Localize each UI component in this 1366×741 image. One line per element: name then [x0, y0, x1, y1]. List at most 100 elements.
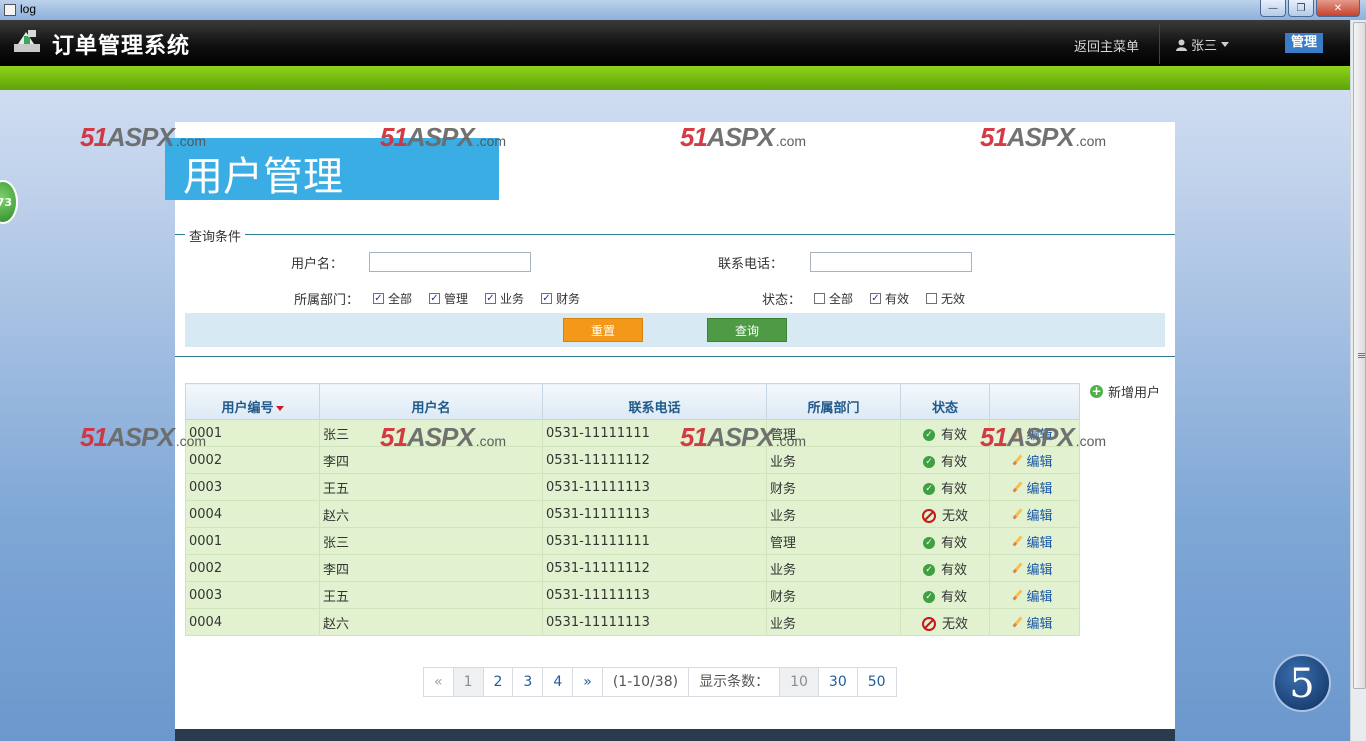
- floating-logo-badge[interactable]: 5: [1273, 654, 1331, 712]
- status-text: 有效: [940, 589, 967, 605]
- app-logo-icon: [14, 30, 40, 52]
- cell-user-id: 0001: [185, 419, 320, 447]
- cell-status: 无效: [900, 500, 990, 528]
- pencil-icon: [1012, 562, 1023, 574]
- edit-link[interactable]: 编辑: [1026, 482, 1052, 497]
- status-text: 有效: [940, 535, 967, 551]
- col-actions: [989, 383, 1080, 420]
- edit-link[interactable]: 编辑: [1026, 509, 1052, 524]
- cell-status: ✓ 有效: [900, 473, 990, 501]
- cell-user-id: 0002: [185, 446, 320, 474]
- status-text: 有效: [940, 562, 967, 578]
- cell-user-id: 0001: [185, 527, 320, 555]
- col-user-id[interactable]: 用户编号: [185, 383, 320, 420]
- cell-username: 赵六: [319, 500, 543, 528]
- dept-finance-checkbox[interactable]: ✓: [541, 293, 552, 304]
- cell-department: 业务: [766, 500, 901, 528]
- edit-link[interactable]: 编辑: [1026, 617, 1052, 632]
- cell-username: 王五: [319, 473, 543, 501]
- chevron-down-icon: [1221, 42, 1230, 47]
- cell-actions: 编辑: [989, 581, 1080, 609]
- page-size-10-button[interactable]: 10: [780, 668, 819, 696]
- edit-link[interactable]: 编辑: [1026, 563, 1052, 578]
- app-header: 订单管理系统 返回主菜单 张三 管理: [0, 20, 1350, 66]
- status-option-valid[interactable]: ✓ 有效: [870, 290, 909, 307]
- vertical-scrollbar[interactable]: [1350, 20, 1366, 741]
- check-circle-icon: ✓: [922, 483, 935, 495]
- edit-link[interactable]: 编辑: [1026, 428, 1052, 443]
- cell-actions: 编辑: [989, 419, 1080, 447]
- status-option-all[interactable]: 全部: [814, 290, 853, 307]
- cell-department: 业务: [766, 446, 901, 474]
- cell-user-id: 0003: [185, 581, 320, 609]
- cell-department: 财务: [766, 581, 901, 609]
- username-input[interactable]: [369, 252, 531, 272]
- table-row: 0001 张三 0531-11111111 管理 ✓ 有效 编辑: [185, 527, 1080, 555]
- pagination: « 1 2 3 4 » (1-10/38) 显示条数： 10 30 50: [423, 667, 897, 697]
- page-size-30-button[interactable]: 30: [818, 668, 858, 696]
- cell-department: 管理: [766, 527, 901, 555]
- status-option-invalid[interactable]: 无效: [926, 290, 965, 307]
- page-4-button[interactable]: 4: [543, 668, 574, 696]
- table-row: 0004 赵六 0531-11111113 业务 无效 编辑: [185, 500, 1080, 528]
- search-button[interactable]: 查询: [707, 318, 787, 342]
- page-title-banner: 用户管理: [165, 138, 499, 200]
- cell-department: 管理: [766, 419, 901, 447]
- dept-all-checkbox[interactable]: ✓: [373, 293, 384, 304]
- sort-desc-icon: [275, 406, 284, 411]
- page-size-50-button[interactable]: 50: [857, 668, 896, 696]
- reset-button[interactable]: 重置: [563, 318, 643, 342]
- dept-business-checkbox[interactable]: ✓: [485, 293, 496, 304]
- edit-link[interactable]: 编辑: [1026, 536, 1052, 551]
- page-2-button[interactable]: 2: [483, 668, 514, 696]
- check-circle-icon: ✓: [922, 429, 935, 441]
- app-window-icon: [4, 4, 16, 16]
- header-accent-bar: [0, 66, 1350, 90]
- minimize-button[interactable]: —: [1260, 0, 1286, 17]
- admin-button[interactable]: 管理: [1285, 33, 1323, 53]
- scrollbar-thumb[interactable]: [1353, 22, 1366, 689]
- side-float-bubble[interactable]: 73: [0, 180, 18, 224]
- status-text: 无效: [941, 508, 968, 524]
- query-legend: 查询条件: [185, 226, 246, 245]
- panel-footer-bar: [175, 729, 1175, 741]
- user-menu[interactable]: 张三: [1176, 35, 1230, 54]
- table-row: 0003 王五 0531-11111113 财务 ✓ 有效 编辑: [185, 473, 1080, 501]
- status-valid-checkbox[interactable]: ✓: [870, 293, 881, 304]
- prohibited-icon: [921, 509, 936, 523]
- cell-phone: 0531-11111113: [542, 608, 767, 636]
- scrollbar-grip-icon: [1358, 353, 1365, 354]
- window-title: log: [20, 2, 37, 16]
- back-to-main-menu-link[interactable]: 返回主菜单: [1074, 36, 1139, 55]
- dept-management-checkbox[interactable]: ✓: [429, 293, 440, 304]
- cell-status: ✓ 有效: [900, 527, 990, 555]
- page-range-info: (1-10/38): [602, 668, 690, 696]
- status-invalid-checkbox[interactable]: [926, 293, 937, 304]
- pencil-icon: [1012, 589, 1023, 601]
- edit-link[interactable]: 编辑: [1026, 590, 1052, 605]
- page-1-button[interactable]: 1: [453, 668, 484, 696]
- phone-input[interactable]: [810, 252, 972, 272]
- cell-phone: 0531-11111113: [542, 500, 767, 528]
- app-title: 订单管理系统: [52, 34, 191, 59]
- add-user-button[interactable]: + 新增用户: [1090, 382, 1160, 401]
- cell-username: 张三: [319, 419, 543, 447]
- next-page-button[interactable]: »: [573, 668, 603, 696]
- maximize-button[interactable]: ❐: [1288, 0, 1314, 17]
- col-status: 状态: [900, 383, 990, 420]
- dept-option-business[interactable]: ✓ 业务: [485, 290, 524, 307]
- dept-option-finance[interactable]: ✓ 财务: [541, 290, 580, 307]
- username-label: 用户名：: [291, 257, 344, 272]
- cell-user-id: 0003: [185, 473, 320, 501]
- prev-page-button[interactable]: «: [424, 668, 454, 696]
- dept-option-management[interactable]: ✓ 管理: [429, 290, 468, 307]
- page-3-button[interactable]: 3: [513, 668, 544, 696]
- status-text: 有效: [940, 481, 967, 497]
- status-all-checkbox[interactable]: [814, 293, 825, 304]
- edit-link[interactable]: 编辑: [1026, 455, 1052, 470]
- user-name: 张三: [1191, 39, 1218, 54]
- dept-option-all[interactable]: ✓ 全部: [373, 290, 412, 307]
- cell-user-id: 0004: [185, 608, 320, 636]
- close-window-button[interactable]: ✕: [1316, 0, 1360, 17]
- nav-divider: [1159, 24, 1160, 64]
